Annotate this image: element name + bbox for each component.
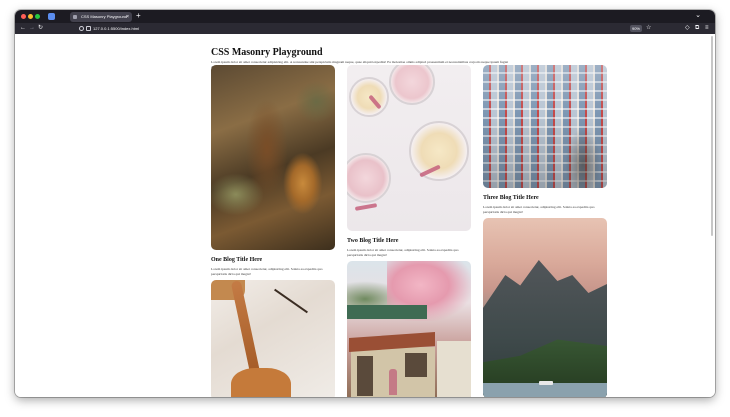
page-icon	[86, 26, 91, 31]
boat-shape	[539, 381, 553, 385]
tab-close-button[interactable]: ×	[126, 12, 129, 22]
card-text: Lorem ipsum dolor sit amet consectetur, …	[347, 248, 459, 257]
zoom-window-button[interactable]	[35, 14, 40, 19]
card-text: Lorem ipsum dolor sit amet consectetur, …	[211, 267, 323, 276]
glass-shape	[409, 121, 469, 181]
address-bar[interactable]: 127.0.0.1:5500/index.html	[77, 24, 677, 33]
globe-icon	[73, 15, 77, 19]
tab-active[interactable]: CSS Masonry Playground ×	[70, 12, 132, 22]
card-text: Lorem ipsum dolor sit amet consectetur, …	[483, 205, 595, 214]
blog-card	[211, 280, 335, 397]
facade-shape	[437, 341, 471, 397]
page-title: CSS Masonry Playground	[211, 47, 323, 58]
new-tab-button[interactable]: +	[136, 11, 141, 21]
blog-card	[347, 261, 471, 397]
roof-shape	[347, 305, 427, 319]
glass-shape	[389, 65, 435, 105]
vertical-scrollbar[interactable]	[711, 36, 713, 236]
masonry-column-3: Three Blog Title Here Lorem ipsum dolor …	[483, 65, 607, 397]
blog-card: Two Blog Title Here Lorem ipsum dolor si…	[347, 65, 471, 257]
masonry-column-2: Two Blog Title Here Lorem ipsum dolor si…	[347, 65, 471, 397]
url-text: 127.0.0.1:5500/index.html	[93, 26, 140, 31]
coffee-stream-shape	[230, 280, 262, 380]
shield-icon[interactable]: ◇	[685, 24, 690, 33]
masonry-column-1: One Blog Title Here Lorem ipsum dolor si…	[211, 65, 335, 397]
glass-shape	[347, 153, 391, 203]
page-content: CSS Masonry Playground Lorem ipsum dolor…	[15, 34, 715, 397]
coffee-pour-photo	[211, 280, 335, 397]
browser-window: CSS Masonry Playground × + ⌄ ← → ↻ 127.0…	[15, 10, 715, 397]
blog-card	[483, 218, 607, 397]
extension-icon[interactable]	[48, 13, 55, 20]
bookmark-star-icon[interactable]: ☆	[646, 24, 651, 33]
cherry-blossom-house-photo	[347, 261, 471, 397]
flower-shape	[354, 203, 378, 211]
extensions-icon[interactable]: ⧉	[695, 24, 699, 33]
card-title: Three Blog Title Here	[483, 195, 539, 201]
tree-bark-photo	[211, 65, 335, 250]
window-shape	[357, 356, 373, 396]
mountain-lake-photo	[483, 218, 607, 397]
back-arrow-icon[interactable]: ←	[20, 23, 26, 34]
nav-toolbar: ← → ↻ 127.0.0.1:5500/index.html 90% ☆ ◇ …	[15, 23, 715, 34]
tab-bar: CSS Masonry Playground × + ⌄	[15, 10, 715, 23]
blog-card: One Blog Title Here Lorem ipsum dolor si…	[211, 65, 335, 276]
menu-icon[interactable]: ≡	[705, 24, 709, 33]
reload-icon[interactable]: ↻	[38, 23, 43, 34]
lake-shape	[483, 383, 607, 397]
minimize-window-button[interactable]	[28, 14, 33, 19]
card-title: Two Blog Title Here	[347, 238, 399, 244]
site-info-icon[interactable]	[79, 26, 84, 31]
blog-card: Three Blog Title Here Lorem ipsum dolor …	[483, 65, 607, 214]
card-title: One Blog Title Here	[211, 257, 263, 263]
person-shape	[389, 369, 397, 395]
tab-title: CSS Masonry Playground	[81, 14, 128, 19]
spoon-shape	[274, 288, 308, 314]
close-window-button[interactable]	[21, 14, 26, 19]
zoom-indicator[interactable]: 90%	[630, 25, 642, 32]
chevron-down-icon[interactable]: ⌄	[695, 11, 701, 21]
window-shape	[405, 353, 427, 377]
forward-arrow-icon[interactable]: →	[29, 23, 35, 34]
cocktail-glasses-photo	[347, 65, 471, 231]
cup-shape	[231, 368, 291, 397]
apartment-building-photo	[483, 65, 607, 188]
tree-shape	[565, 128, 601, 188]
